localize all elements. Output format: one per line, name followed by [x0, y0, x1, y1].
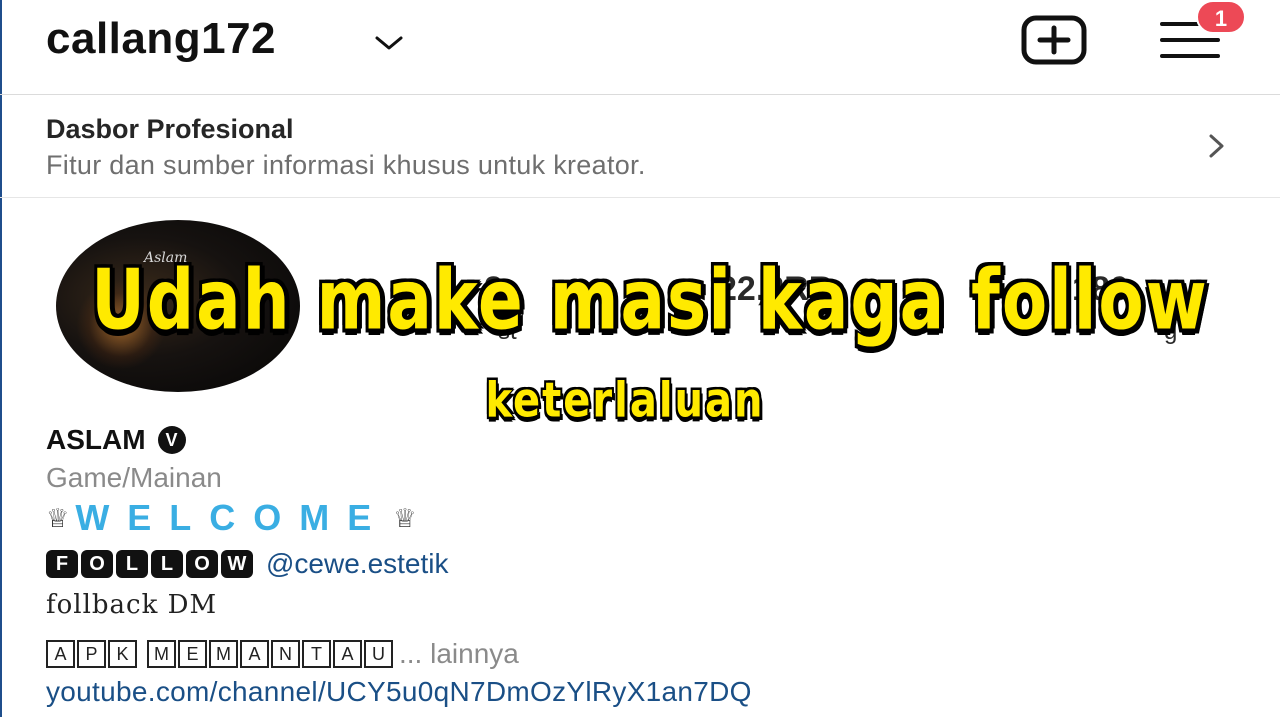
apk-letter: E — [178, 640, 207, 668]
overlay-caption-subline: keterlaluan — [485, 372, 765, 430]
dashboard-subtitle: Fitur dan sumber informasi khusus untuk … — [46, 150, 646, 180]
chevron-right-icon — [1209, 134, 1224, 158]
chevron-down-icon[interactable] — [372, 30, 406, 54]
apk-letter: A — [333, 640, 362, 668]
bio-follow-line: F O L L O W @cewe.estetik — [46, 546, 449, 582]
mention-link[interactable]: @cewe.estetik — [266, 548, 449, 580]
apk-letter: T — [302, 640, 331, 668]
follow-letter: L — [116, 550, 148, 578]
dashboard-title: Dasbor Profesional — [46, 114, 294, 144]
apk-letter: M — [209, 640, 238, 668]
professional-dashboard-row[interactable]: Dasbor Profesional Fitur dan sumber info… — [0, 96, 1280, 198]
apk-letter: A — [240, 640, 269, 668]
profile-header: callang172 1 — [0, 0, 1280, 95]
profile-category: Game/Mainan — [46, 462, 222, 493]
bio-welcome-line: ♕ WELCOME ♕ — [46, 497, 417, 538]
overlay-caption: Udah make masi kaga follow — [90, 251, 1209, 351]
follow-letter: L — [151, 550, 183, 578]
crown-icon: ♕ — [393, 502, 417, 533]
more-link[interactable]: ... lainnya — [399, 638, 519, 670]
welcome-text: WELCOME — [75, 497, 390, 538]
bio-apk-line: A P K M E M A N T A U ... lainnya — [46, 638, 519, 670]
verified-icon: V — [157, 426, 186, 454]
apk-letter: K — [108, 640, 137, 668]
bio-follback-line: follback DM — [46, 590, 218, 620]
follow-letter: F — [46, 550, 78, 578]
apk-letter: U — [364, 640, 393, 668]
notification-badge: 1 — [1196, 0, 1246, 34]
new-post-button[interactable] — [1020, 14, 1088, 66]
apk-letter: M — [147, 640, 176, 668]
apk-letter: N — [271, 640, 300, 668]
profile-name-row: ASLAM V — [46, 422, 186, 458]
username[interactable]: callang172 — [46, 14, 276, 64]
youtube-link[interactable]: youtube.com/channel/UCY5u0qN7DmOzYlRyX1a… — [46, 676, 752, 708]
follow-letter: W — [221, 550, 253, 578]
crown-icon: ♕ — [46, 502, 70, 533]
profile-name: ASLAM — [46, 424, 146, 455]
follow-letter: O — [186, 550, 218, 578]
apk-letter: P — [77, 640, 106, 668]
apk-letter: A — [46, 640, 75, 668]
follow-letter: O — [81, 550, 113, 578]
